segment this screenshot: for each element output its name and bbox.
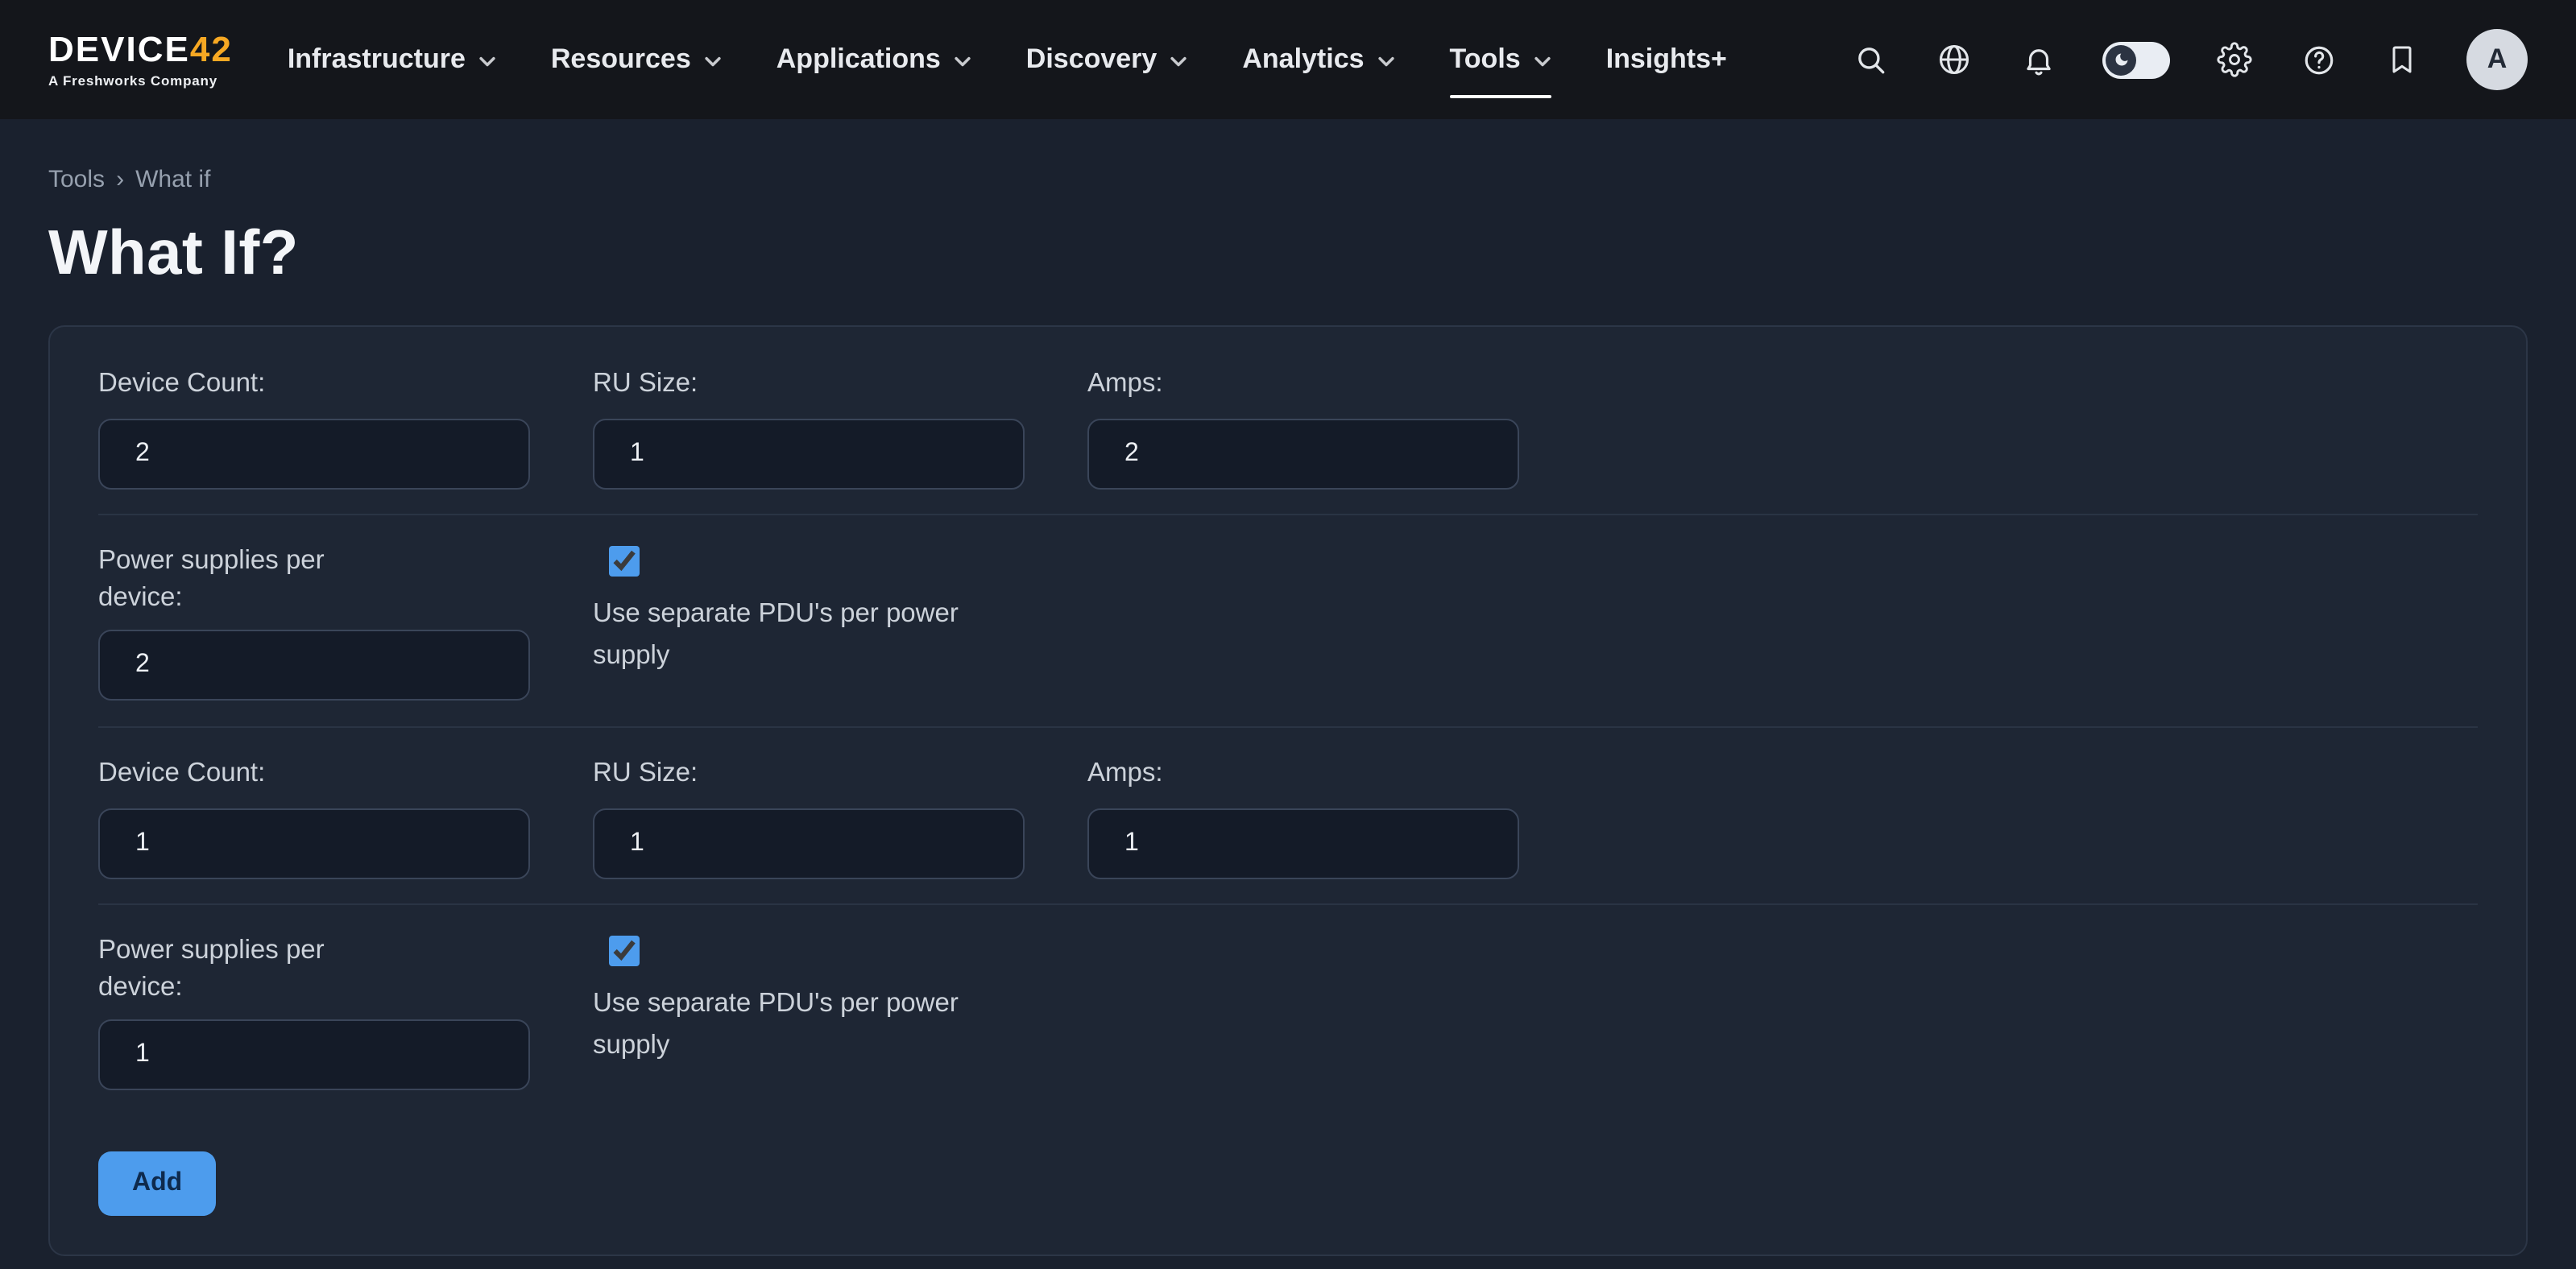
amps-field-2: Amps: xyxy=(1087,755,1519,879)
ru-size-input-1[interactable] xyxy=(593,419,1025,490)
main-content: Tools › What if What If? Device Count: R… xyxy=(0,166,2576,1257)
navbar-actions: A xyxy=(1851,29,2528,90)
power-supplies-input-2[interactable] xyxy=(98,1020,530,1091)
device-count-label: Device Count: xyxy=(98,366,265,403)
group1-counts-row: Device Count: RU Size: Amps: xyxy=(98,366,2478,515)
power-supplies-label: Power supplies per device: xyxy=(98,932,388,1007)
power-supplies-input-1[interactable] xyxy=(98,630,530,701)
primary-nav: Infrastructure Resources Applications Di… xyxy=(288,0,1727,119)
settings-gear-icon[interactable] xyxy=(2215,40,2254,79)
amps-input-1[interactable] xyxy=(1087,419,1519,490)
separate-pdu-checkbox-2[interactable] xyxy=(609,936,640,966)
ru-size-label: RU Size: xyxy=(593,366,698,403)
ru-size-field-1: RU Size: xyxy=(593,366,1025,490)
separate-pdu-group-2: Use separate PDU's per power supply xyxy=(593,932,1025,1066)
bookmark-icon[interactable] xyxy=(2383,40,2421,79)
ru-size-field-2: RU Size: xyxy=(593,755,1025,879)
globe-icon[interactable] xyxy=(1935,40,1973,79)
logo-brand-accent: 42 xyxy=(190,28,233,68)
add-button[interactable]: Add xyxy=(98,1152,216,1217)
amps-field-1: Amps: xyxy=(1087,366,1519,490)
chevron-down-icon xyxy=(1170,56,1187,68)
separate-pdu-label: Use separate PDU's per power supply xyxy=(593,594,999,676)
nav-item-infrastructure[interactable]: Infrastructure xyxy=(288,0,496,119)
breadcrumb: Tools › What if xyxy=(48,166,2528,193)
separate-pdu-checkbox-1[interactable] xyxy=(609,546,640,577)
brand-logo[interactable]: DEVICE42 A Freshworks Company xyxy=(48,31,233,88)
what-if-card: Device Count: RU Size: Amps: Power suppl… xyxy=(48,325,2528,1257)
power-supplies-field-2: Power supplies per device: xyxy=(98,932,530,1090)
search-icon[interactable] xyxy=(1851,40,1890,79)
chevron-down-icon xyxy=(1377,56,1395,68)
nav-item-applications[interactable]: Applications xyxy=(777,0,971,119)
logo-brand-main: DEVICE xyxy=(48,28,190,68)
nav-item-label: Insights+ xyxy=(1606,43,1727,76)
logo-wordmark: DEVICE42 xyxy=(48,31,233,67)
separate-pdu-label: Use separate PDU's per power supply xyxy=(593,984,999,1066)
page-title: What If? xyxy=(48,219,2528,291)
help-icon[interactable] xyxy=(2299,40,2338,79)
avatar-initial: A xyxy=(2487,43,2508,76)
nav-item-label: Resources xyxy=(551,43,691,76)
nav-item-label: Tools xyxy=(1450,43,1521,76)
group2-counts-row: Device Count: RU Size: Amps: xyxy=(98,728,2478,905)
nav-item-insights[interactable]: Insights+ xyxy=(1606,0,1727,119)
theme-toggle[interactable] xyxy=(2102,41,2170,78)
moon-icon xyxy=(2106,44,2136,75)
nav-item-discovery[interactable]: Discovery xyxy=(1026,0,1188,119)
user-avatar[interactable]: A xyxy=(2466,29,2528,90)
ru-size-label: RU Size: xyxy=(593,755,698,792)
device-count-field-1: Device Count: xyxy=(98,366,530,490)
chevron-down-icon xyxy=(1534,56,1551,68)
nav-item-label: Infrastructure xyxy=(288,43,466,76)
breadcrumb-separator: › xyxy=(116,166,124,193)
chevron-down-icon xyxy=(954,56,971,68)
nav-item-tools[interactable]: Tools xyxy=(1450,0,1551,119)
ru-size-input-2[interactable] xyxy=(593,808,1025,879)
nav-item-analytics[interactable]: Analytics xyxy=(1242,0,1394,119)
app-viewport: DEVICE42 A Freshworks Company Infrastruc… xyxy=(0,0,2576,1269)
group1-power-row: Power supplies per device: Use separate … xyxy=(98,515,2478,728)
notifications-bell-icon[interactable] xyxy=(2019,40,2057,79)
nav-item-label: Discovery xyxy=(1026,43,1158,76)
power-supplies-label: Power supplies per device: xyxy=(98,543,388,617)
logo-tagline: A Freshworks Company xyxy=(48,72,233,88)
device-count-input-1[interactable] xyxy=(98,419,530,490)
nav-item-label: Analytics xyxy=(1242,43,1364,76)
nav-item-resources[interactable]: Resources xyxy=(551,0,722,119)
amps-label: Amps: xyxy=(1087,755,1163,792)
group2-power-row: Power supplies per device: Use separate … xyxy=(98,905,2478,1116)
chevron-down-icon xyxy=(704,56,722,68)
device-count-input-2[interactable] xyxy=(98,808,530,879)
device-count-field-2: Device Count: xyxy=(98,755,530,879)
breadcrumb-current: What if xyxy=(135,166,210,193)
amps-input-2[interactable] xyxy=(1087,808,1519,879)
breadcrumb-tools-link[interactable]: Tools xyxy=(48,166,105,193)
separate-pdu-group-1: Use separate PDU's per power supply xyxy=(593,543,1025,676)
amps-label: Amps: xyxy=(1087,366,1163,403)
power-supplies-field-1: Power supplies per device: xyxy=(98,543,530,701)
chevron-down-icon xyxy=(478,56,496,68)
top-navbar: DEVICE42 A Freshworks Company Infrastruc… xyxy=(0,0,2576,119)
device-count-label: Device Count: xyxy=(98,755,265,792)
nav-item-label: Applications xyxy=(777,43,941,76)
